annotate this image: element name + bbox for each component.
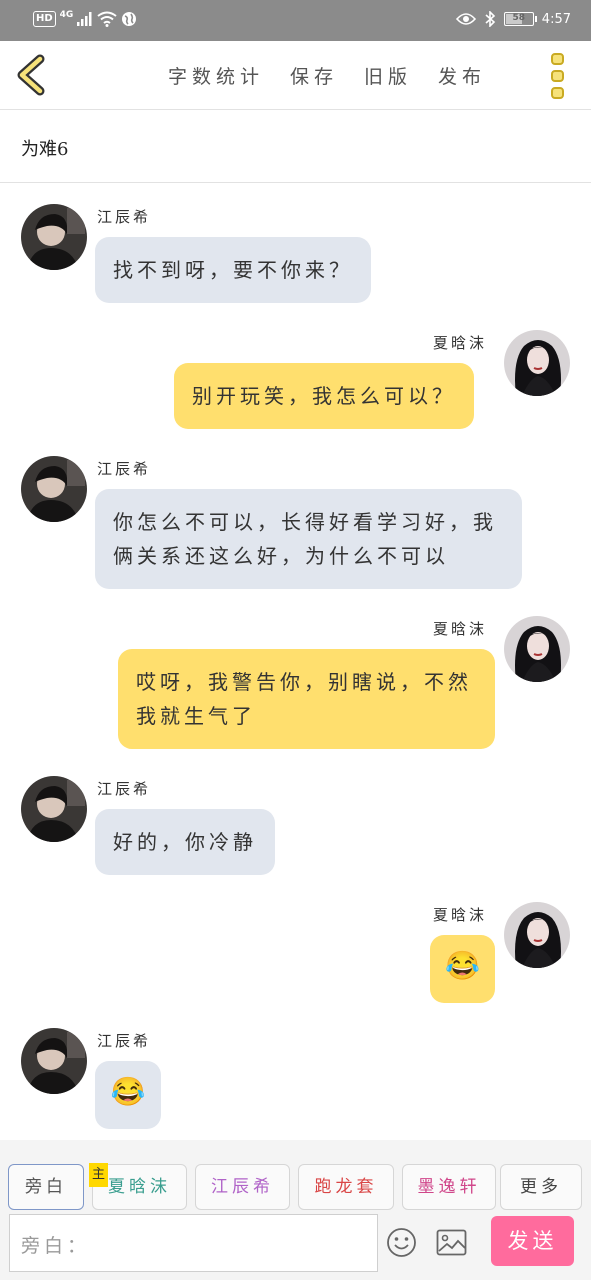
role-jiangchenxi-button[interactable]: 江辰希 <box>195 1164 290 1210</box>
sender-name: 江辰希 <box>97 1032 152 1050</box>
image-icon <box>436 1229 467 1256</box>
publish-button[interactable]: 发布 <box>438 62 486 89</box>
avatar-jiangchenxi[interactable] <box>21 204 87 270</box>
status-left: HD 4G <box>33 10 137 27</box>
save-button[interactable]: 保存 <box>290 62 338 89</box>
signal-icon <box>77 12 92 26</box>
story-title-row[interactable]: 为难6 <box>0 111 591 183</box>
message-bubble[interactable]: 😂 <box>95 1061 161 1129</box>
bluetooth-icon <box>485 11 495 27</box>
message-bubble[interactable]: 好的，你冷静 <box>95 809 275 875</box>
role-extra-button[interactable]: 跑龙套 <box>298 1164 394 1210</box>
message-bubble[interactable]: 别开玩笑，我怎么可以？ <box>174 363 474 429</box>
more-dot-icon <box>551 53 564 65</box>
avatar-xiahanmo[interactable] <box>504 616 570 682</box>
chevron-left-icon <box>17 54 45 96</box>
more-dot-icon <box>551 87 564 99</box>
message-bubble[interactable]: 找不到呀，要不你来？ <box>95 237 371 303</box>
more-dot-icon <box>551 70 564 82</box>
sender-name: 夏晗沫 <box>433 906 488 924</box>
send-button[interactable]: 发送 <box>491 1216 574 1266</box>
image-button[interactable] <box>436 1229 467 1256</box>
avatar-jiangchenxi[interactable] <box>21 776 87 842</box>
battery-level: 58 <box>512 13 526 23</box>
network-type: 4G <box>59 10 74 20</box>
back-button[interactable] <box>12 53 56 97</box>
sender-name: 江辰希 <box>97 780 152 798</box>
avatar-jiangchenxi[interactable] <box>21 456 87 522</box>
globe-icon <box>122 12 137 26</box>
role-moyixuan-button[interactable]: 墨逸轩 <box>402 1164 496 1210</box>
word-count-button[interactable]: 字数统计 <box>168 62 264 89</box>
status-time: 4:57 <box>541 11 571 27</box>
avatar-xiahanmo[interactable] <box>504 330 570 396</box>
sender-name: 江辰希 <box>97 460 152 478</box>
more-menu-button[interactable] <box>551 53 567 99</box>
chat-area[interactable]: 江辰希 找不到呀，要不你来？ 夏晗沫 别开玩笑，我怎么可以？ 江辰希 你怎么不可… <box>0 184 591 1140</box>
battery-indicator: 58 <box>503 12 537 26</box>
wifi-icon <box>97 11 117 27</box>
top-nav-bar: 字数统计 保存 旧版 发布 <box>0 41 591 110</box>
message-input[interactable]: 旁白： <box>9 1214 378 1272</box>
old-version-button[interactable]: 旧版 <box>364 62 412 89</box>
status-bar: HD 4G 58 4:57 <box>0 0 591 41</box>
sender-name: 夏晗沫 <box>433 334 488 352</box>
nav-actions: 字数统计 保存 旧版 发布 <box>168 62 512 89</box>
avatar-boy-image <box>21 204 87 270</box>
avatar-girl-image <box>504 330 570 396</box>
avatar-xiahanmo[interactable] <box>504 902 570 968</box>
avatar-boy-image <box>21 1028 87 1094</box>
avatar-boy-image <box>21 456 87 522</box>
avatar-girl-image <box>504 616 570 682</box>
message-bubble[interactable]: 哎呀，我警告你，别瞎说，不然我就生气了 <box>118 649 495 749</box>
input-bar: 旁白： 发送 <box>0 1212 591 1280</box>
role-narrator-button[interactable]: 旁白 <box>8 1164 84 1210</box>
more-roles-button[interactable]: 更多 <box>500 1164 582 1210</box>
avatar-girl-image <box>504 902 570 968</box>
message-bubble[interactable]: 你怎么不可以，长得好看学习好，我俩关系还这么好，为什么不可以 <box>95 489 522 589</box>
story-title: 为难6 <box>21 139 69 160</box>
avatar-jiangchenxi[interactable] <box>21 1028 87 1094</box>
message-bubble[interactable]: 😂 <box>430 935 495 1003</box>
eye-icon <box>455 13 476 25</box>
smiley-icon <box>387 1228 416 1257</box>
sender-name: 夏晗沫 <box>433 620 488 638</box>
emoji-button[interactable] <box>386 1227 417 1258</box>
hd-badge: HD <box>33 11 56 27</box>
main-character-tag: 主 <box>89 1163 108 1187</box>
status-right: 58 4:57 <box>455 11 571 27</box>
avatar-boy-image <box>21 776 87 842</box>
sender-name: 江辰希 <box>97 208 152 226</box>
